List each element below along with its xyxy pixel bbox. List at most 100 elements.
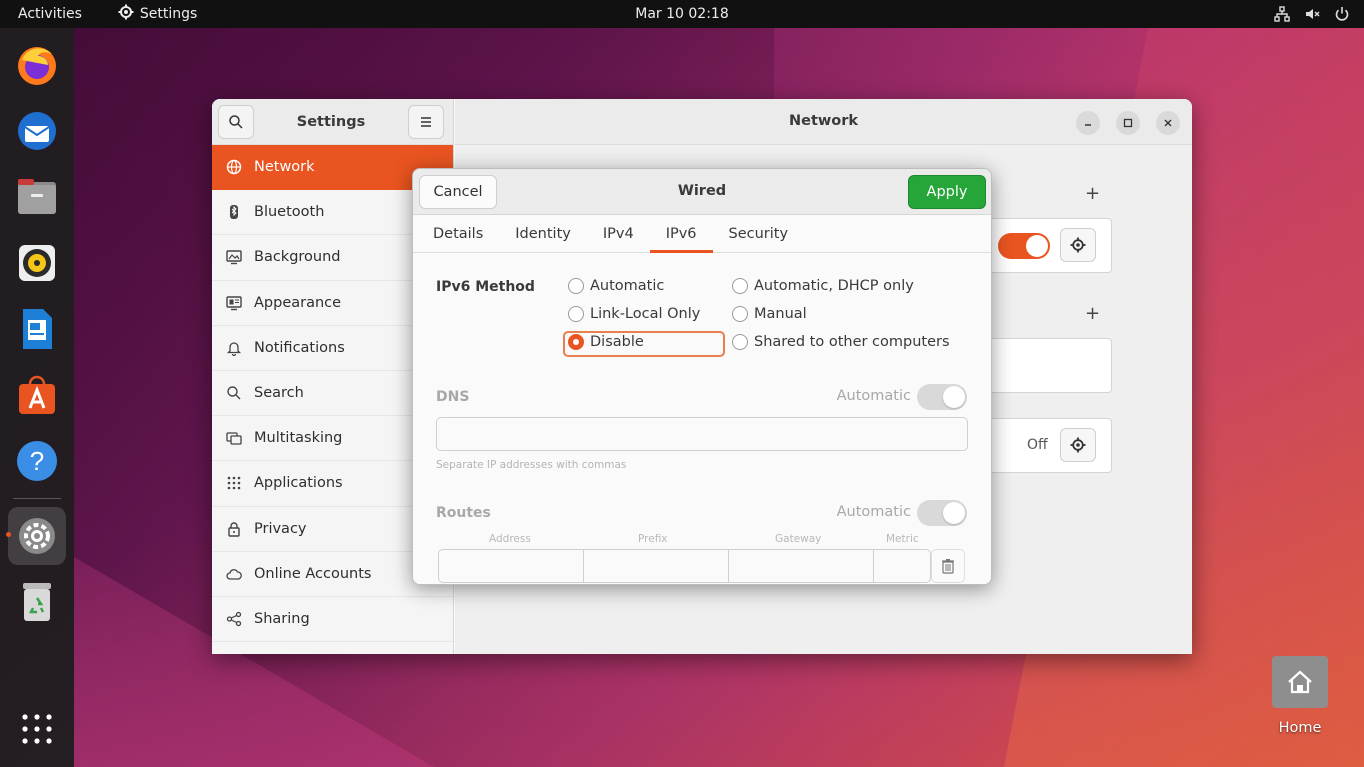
appearance-icon <box>226 295 242 311</box>
route-prefix-input[interactable] <box>583 549 729 583</box>
radio-button-checked[interactable] <box>568 334 584 350</box>
radio-label: Manual <box>754 306 807 322</box>
radio-automatic[interactable]: Automatic <box>568 278 664 294</box>
menu-button[interactable] <box>407 104 444 139</box>
tab-ipv4[interactable]: IPv4 <box>587 215 650 252</box>
cloud-icon <box>226 566 242 582</box>
bluetooth-icon <box>226 204 242 220</box>
close-icon <box>1164 119 1172 127</box>
radio-label: Automatic, DHCP only <box>754 278 914 294</box>
wired-settings-button[interactable] <box>1060 228 1096 262</box>
radio-button[interactable] <box>732 278 748 294</box>
add-wired-icon[interactable]: + <box>1085 183 1100 204</box>
sidebar-item-label: Online Accounts <box>254 565 372 582</box>
app-menu[interactable]: Settings <box>100 4 197 24</box>
background-icon <box>226 249 242 265</box>
clock[interactable]: Mar 10 02:18 <box>635 6 728 22</box>
gear-icon <box>1070 237 1086 253</box>
maximize-button[interactable] <box>1116 111 1140 135</box>
files-icon <box>18 179 56 214</box>
radio-button[interactable] <box>568 278 584 294</box>
sidebar-header: Settings <box>212 99 453 145</box>
dialog-header: Cancel Wired Apply <box>413 169 991 215</box>
multitasking-icon <box>226 430 242 446</box>
sidebar-item-label: Privacy <box>254 520 307 537</box>
show-apps-button[interactable] <box>21 713 53 749</box>
search-icon <box>226 385 242 401</box>
sidebar-item-label: Applications <box>254 475 343 492</box>
share-icon <box>226 611 242 627</box>
dns-automatic-toggle[interactable] <box>917 384 967 410</box>
search-button[interactable] <box>218 104 254 139</box>
power-icon[interactable] <box>1334 6 1350 22</box>
home-label: Home <box>1278 720 1322 736</box>
minimize-button[interactable] <box>1076 111 1100 135</box>
dialog-title: Wired <box>677 183 727 199</box>
activities-button[interactable]: Activities <box>0 6 100 22</box>
sidebar-item-label: Network <box>254 159 315 176</box>
sidebar-item-sharing[interactable]: Sharing <box>212 597 453 643</box>
sidebar-item-label: Search <box>254 385 304 402</box>
radio-shared[interactable]: Shared to other computers <box>732 334 950 350</box>
writer-launcher[interactable] <box>8 300 66 358</box>
radio-button[interactable] <box>732 334 748 350</box>
thunderbird-icon <box>18 112 56 150</box>
tab-identity[interactable]: Identity <box>499 215 587 252</box>
dns-label: DNS <box>436 389 470 405</box>
tab-details[interactable]: Details <box>417 215 499 252</box>
column-header-prefix: Prefix <box>638 533 668 545</box>
app-center-launcher[interactable] <box>8 366 66 424</box>
files-launcher[interactable] <box>8 168 66 226</box>
routes-automatic-label: Automatic <box>836 504 911 520</box>
home-desktop-icon[interactable]: Home <box>1268 656 1332 736</box>
radio-button[interactable] <box>568 306 584 322</box>
column-header-address: Address <box>489 533 531 545</box>
dns-input[interactable] <box>436 417 968 451</box>
wired-dialog: Cancel Wired Apply Details Identity IPv4… <box>412 168 992 585</box>
proxy-status: Off <box>1027 437 1048 453</box>
add-vpn-icon[interactable]: + <box>1085 303 1100 324</box>
tab-ipv6[interactable]: IPv6 <box>649 215 713 253</box>
sidebar-item-label: Notifications <box>254 339 345 356</box>
apply-button[interactable]: Apply <box>908 175 986 209</box>
firefox-icon <box>18 47 56 85</box>
sidebar-item-label: Background <box>254 249 341 266</box>
delete-route-button[interactable] <box>931 549 965 583</box>
proxy-settings-button[interactable] <box>1060 428 1096 462</box>
route-address-input[interactable] <box>438 549 584 583</box>
network-icon[interactable] <box>1274 6 1290 22</box>
system-tray[interactable] <box>1274 0 1350 28</box>
rhythmbox-launcher[interactable] <box>8 234 66 292</box>
firefox-launcher[interactable] <box>8 36 66 94</box>
volume-muted-icon[interactable] <box>1304 6 1320 22</box>
radio-link-local[interactable]: Link-Local Only <box>568 306 700 322</box>
radio-manual[interactable]: Manual <box>732 306 807 322</box>
sidebar-item-label: Bluetooth <box>254 204 325 221</box>
column-header-gateway: Gateway <box>775 533 822 545</box>
settings-launcher[interactable] <box>6 507 66 565</box>
sidebar-item-label: Sharing <box>254 610 310 627</box>
route-gateway-input[interactable] <box>728 549 874 583</box>
app-menu-label: Settings <box>139 6 198 22</box>
radio-dhcp-only[interactable]: Automatic, DHCP only <box>732 278 914 294</box>
radio-button[interactable] <box>732 306 748 322</box>
routes-automatic-toggle[interactable] <box>917 500 967 526</box>
radio-label: Link-Local Only <box>590 306 701 322</box>
bell-icon <box>226 340 242 356</box>
trash-launcher[interactable] <box>8 573 66 631</box>
search-icon <box>229 114 243 129</box>
close-button[interactable] <box>1156 111 1180 135</box>
route-metric-input[interactable] <box>873 549 931 583</box>
tab-security[interactable]: Security <box>713 215 805 252</box>
trash-icon <box>23 583 51 621</box>
sidebar-item-label: Multitasking <box>254 430 343 447</box>
help-launcher[interactable]: ? <box>8 432 66 490</box>
thunderbird-launcher[interactable] <box>8 102 66 160</box>
dialog-tabs: Details Identity IPv4 IPv6 Security <box>413 215 991 253</box>
wired-toggle[interactable] <box>998 233 1050 259</box>
writer-icon <box>23 309 52 349</box>
running-indicator <box>6 532 11 537</box>
radio-disable[interactable]: Disable <box>568 334 644 350</box>
dock-separator <box>13 498 61 499</box>
hamburger-icon <box>420 116 431 127</box>
